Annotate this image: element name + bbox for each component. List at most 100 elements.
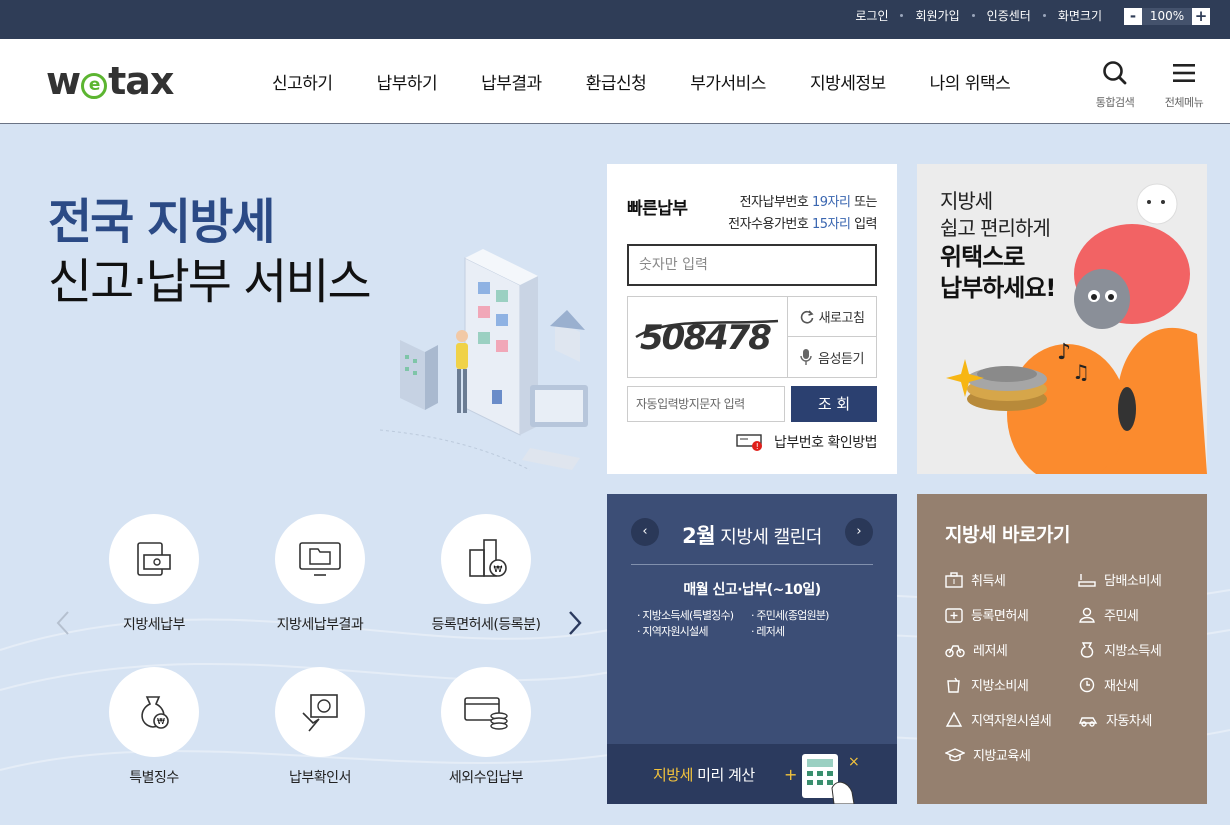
calendar-item[interactable]: · 지방소득세(특별징수) [637, 608, 751, 624]
zoom-in-button[interactable]: + [1192, 7, 1210, 25]
monitor-folder-icon [299, 542, 341, 576]
services-prev-arrow[interactable] [56, 610, 70, 642]
top-utility-bar: 로그인 회원가입 인증센터 화면크기 - 100% + [0, 0, 1230, 39]
main-header: w e tax 신고하기 납부하기 납부결과 환급신청 부가서비스 지방세정보 나의… [0, 39, 1230, 124]
calculator-icon: + × [784, 754, 860, 804]
banner-mascot-illustration: ♪♫ [946, 183, 1207, 474]
nav-report[interactable]: 신고하기 [272, 69, 333, 94]
hero-title: 전국 지방세 신고·납부 서비스 [48, 192, 372, 312]
calendar-item[interactable]: · 주민세(종업원분) [751, 608, 865, 624]
zoom-out-button[interactable]: - [1124, 7, 1142, 25]
hero-title-line1: 전국 지방세 [48, 194, 276, 250]
nav-extra-service[interactable]: 부가서비스 [690, 69, 766, 94]
shortcut-property-tax[interactable]: 재산세 [1078, 675, 1139, 694]
wetax-logo[interactable]: w e tax [46, 60, 174, 102]
car-icon [1078, 716, 1098, 727]
separator-dot [971, 14, 975, 17]
svg-text:×: × [848, 754, 860, 770]
service-label: 특별징수 [129, 770, 179, 786]
nav-pay-result[interactable]: 납부결과 [481, 69, 542, 94]
search-button[interactable]: 통합검색 [1085, 60, 1145, 110]
shortcut-tobacco-tax[interactable]: 담배소비세 [1078, 570, 1162, 589]
tax-shortcuts-panel: 지방세 바로가기 취득세 담배소비세 등록면허세 주민세 레저세 지방소득세 지… [917, 494, 1207, 804]
signup-link[interactable]: 회원가입 [915, 7, 959, 24]
receipt-help-icon: ! [736, 434, 762, 451]
shortcut-vehicle-tax[interactable]: 자동차세 [1078, 710, 1152, 729]
shortcut-regional-resource-tax[interactable]: 지역자원시설세 [945, 710, 1052, 729]
service-special-collection[interactable]: ₩ [109, 667, 199, 757]
hamburger-icon [1173, 64, 1195, 82]
screen-size-label: 화면크기 [1057, 9, 1102, 23]
building-won-icon: ₩ [469, 539, 507, 577]
payment-number-help-link[interactable]: ! 납부번호 확인방법 [736, 432, 878, 452]
shortcut-local-income-tax[interactable]: 지방소득세 [1078, 640, 1162, 659]
services-next-arrow[interactable] [568, 610, 582, 642]
svg-text:+: + [784, 765, 797, 784]
captcha-refresh-button[interactable]: 새로고침 [788, 297, 876, 337]
search-label: 통합검색 [1095, 96, 1135, 109]
shortcuts-title: 지방세 바로가기 [945, 524, 1070, 546]
service-payment-certificate[interactable] [275, 667, 365, 757]
calendar-item[interactable]: · 레저세 [751, 624, 865, 640]
service-label: 지방세납부결과 [276, 617, 364, 633]
bicycle-icon [945, 644, 965, 657]
zoom-control: - 100% + [1124, 7, 1210, 25]
person-icon [1079, 607, 1095, 623]
zoom-level: 100% [1142, 7, 1192, 25]
svg-text:♫: ♫ [1072, 360, 1090, 384]
svg-text:₩: ₩ [157, 717, 165, 726]
service-label: 납부확인서 [289, 770, 351, 786]
promo-banner[interactable]: 지방세 쉽고 편리하게 위택스로 납부하세요! ♪ ♫ [917, 164, 1207, 474]
tax-preview-calc-button[interactable]: 지방세 미리 계산 + × [607, 744, 897, 804]
separator-dot [900, 14, 904, 17]
clock-icon [1079, 677, 1095, 692]
lookup-button[interactable]: 조 회 [791, 386, 877, 422]
recycle-icon [945, 711, 963, 727]
payment-number-input[interactable]: 숫자만 입력 [627, 244, 877, 286]
service-label: 지방세납부 [123, 617, 185, 633]
svg-text:♪: ♪ [1057, 340, 1071, 365]
card-coins-icon [464, 697, 508, 730]
service-local-tax-payment[interactable] [109, 514, 199, 604]
tax-calendar-panel: ‹ 2월 지방세 캘린더 › 매월 신고·납부(~10일) · 지방소득세(특별… [607, 494, 897, 804]
login-link[interactable]: 로그인 [855, 7, 888, 24]
calendar-item[interactable]: · 지역자원시설세 [637, 624, 751, 640]
shortcut-local-education-tax[interactable]: 지방교육세 [945, 745, 1031, 764]
service-payment-result[interactable] [275, 514, 365, 604]
shortcut-registration-license-tax[interactable]: 등록면허세 [945, 605, 1029, 624]
service-label: 세외수입납부 [448, 770, 524, 786]
shortcut-resident-tax[interactable]: 주민세 [1078, 605, 1139, 624]
cup-icon [947, 677, 960, 693]
service-non-tax-revenue-payment[interactable] [441, 667, 531, 757]
service-label: 등록면허세(등록분) [431, 617, 541, 633]
chevron-left-icon [56, 611, 69, 635]
cert-center-link[interactable]: 인증센터 [987, 7, 1031, 24]
svg-text:!: ! [756, 442, 759, 451]
top-links: 로그인 회원가입 인증센터 화면크기 [855, 0, 1102, 31]
shortcut-acquisition-tax[interactable]: 취득세 [945, 570, 1006, 589]
captcha-input[interactable]: 자동입력방지문자 입력 [627, 386, 785, 422]
all-menu-button[interactable]: 전체메뉴 [1154, 60, 1214, 110]
captcha-image: 508478 [628, 297, 788, 377]
payment-card-icon [137, 542, 171, 576]
shortcut-local-consumption-tax[interactable]: 지방소비세 [945, 675, 1029, 694]
service-registration-license-tax[interactable]: ₩ [441, 514, 531, 604]
nav-pay[interactable]: 납부하기 [377, 69, 438, 94]
quick-pay-description: 전자납부번호 19자리 또는 전자수용가번호 15자리 입력 [728, 195, 877, 232]
nav-my-wetax[interactable]: 나의 위택스 [930, 69, 1011, 94]
calendar-subtitle: 매월 신고·납부(~10일) [683, 582, 821, 598]
all-menu-label: 전체메뉴 [1164, 96, 1204, 109]
quick-pay-panel: 빠른납부 전자납부번호 19자리 또는 전자수용가번호 15자리 입력 숫자만 … [607, 164, 897, 474]
hero-illustration [380, 249, 588, 471]
shortcut-leisure-tax[interactable]: 레저세 [945, 640, 1008, 659]
chevron-right-icon [569, 611, 582, 635]
plus-box-icon [945, 607, 963, 623]
tax-preview-calc-label: 지방세 미리 계산 [653, 766, 755, 784]
nav-refund[interactable]: 환급신청 [586, 69, 647, 94]
calendar-divider [631, 564, 873, 565]
money-bag-icon: ₩ [141, 696, 169, 729]
captcha-audio-button[interactable]: 음성듣기 [788, 337, 876, 377]
main-nav: 신고하기 납부하기 납부결과 환급신청 부가서비스 지방세정보 나의 위택스 [272, 39, 1054, 124]
calendar-next-button[interactable]: › [845, 518, 873, 546]
nav-tax-info[interactable]: 지방세정보 [810, 69, 886, 94]
